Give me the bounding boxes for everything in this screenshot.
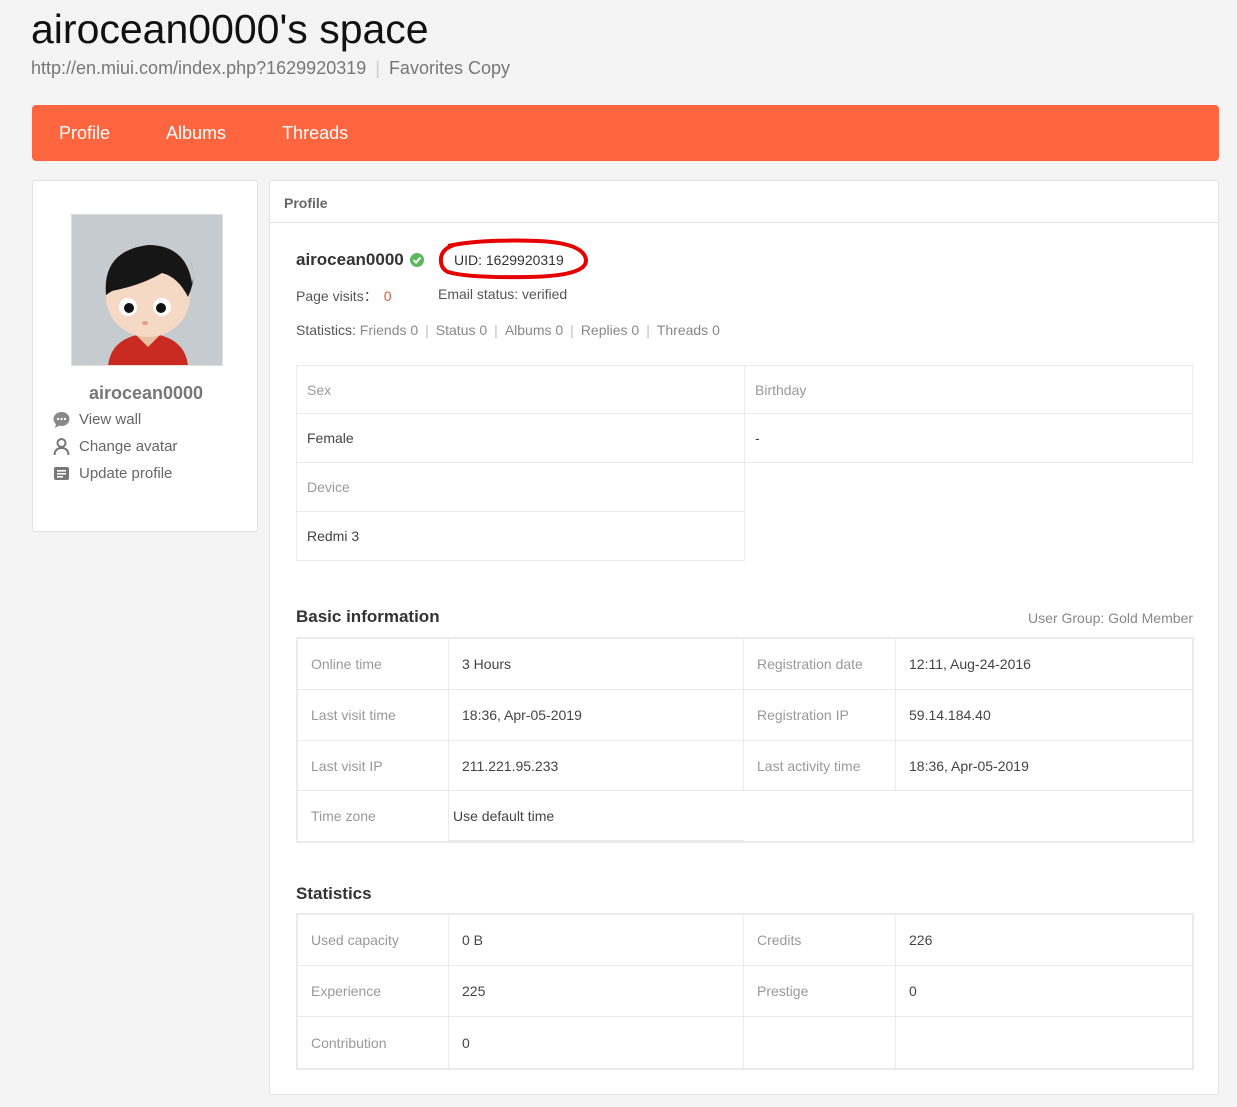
table-value: 226 — [896, 915, 1192, 966]
update-profile-link[interactable]: Update profile — [53, 465, 172, 482]
field-value-device: Redmi 3 — [296, 511, 745, 561]
tab-threads[interactable]: Threads — [282, 119, 348, 148]
panel-header: Profile — [270, 181, 1218, 223]
profile-sidebar: airocean0000 View wall Change avatar Upd… — [32, 180, 258, 532]
statistics-table: Used capacity 0 B Credits 226 Experience… — [296, 913, 1194, 1070]
space-subline: http://en.miui.com/index.php?1629920319 |… — [31, 58, 510, 79]
user-group: User Group: Gold Member — [1028, 610, 1193, 626]
table-value: 18:36, Apr-05-2019 — [449, 690, 744, 741]
divider: | — [425, 322, 429, 338]
page-visits-label: Page visits： — [296, 288, 378, 304]
sidebar-username: airocean0000 — [88, 383, 204, 403]
stats-label: Statistics: — [296, 322, 360, 338]
table-label: Credits — [744, 915, 896, 966]
table-label: Last activity time — [744, 741, 896, 791]
table-value: 3 Hours — [449, 639, 744, 690]
table-label: Time zone — [298, 791, 449, 841]
profile-username: airocean0000 — [296, 250, 404, 269]
favorites-link[interactable]: Favorites — [389, 58, 463, 78]
document-icon — [53, 465, 70, 482]
table-value: 0 — [896, 966, 1192, 1017]
email-status-value: verified — [522, 286, 568, 302]
profile-panel: Profile airocean0000 UID: 1629920319 Pag… — [269, 180, 1219, 1095]
divider: | — [570, 322, 574, 338]
avatar-image — [72, 215, 222, 365]
table-label: Prestige — [744, 966, 896, 1017]
stat-status-link[interactable]: Status 0 — [436, 322, 487, 338]
uid-highlight: UID: 1629920319 — [438, 238, 590, 280]
table-value: 18:36, Apr-05-2019 — [896, 741, 1192, 791]
email-status-label: Email status: — [438, 286, 519, 302]
person-icon — [53, 438, 70, 456]
divider: | — [494, 322, 498, 338]
change-avatar-link[interactable]: Change avatar — [53, 438, 178, 456]
table-label: Registration date — [744, 639, 896, 690]
stat-albums-link[interactable]: Albums 0 — [505, 322, 563, 338]
email-status: Email status: verified — [438, 286, 567, 302]
sidebar-link-label: Change avatar — [79, 438, 178, 455]
field-value-birthday: - — [744, 413, 1193, 463]
basic-info-title: Basic information — [296, 607, 440, 626]
page-visits-value: 0 — [383, 288, 392, 304]
table-label: Used capacity — [298, 915, 449, 966]
field-label-sex: Sex — [296, 365, 745, 414]
space-url[interactable]: http://en.miui.com/index.php?1629920319 — [31, 58, 366, 78]
page-visits: Page visits： 0 — [296, 286, 392, 306]
table-value: 59.14.184.40 — [896, 690, 1192, 741]
sidebar-link-label: Update profile — [79, 465, 173, 482]
speech-bubble-icon — [53, 411, 70, 428]
table-label: Last visit IP — [298, 741, 449, 791]
table-value: 12:11, Aug-24-2016 — [896, 639, 1192, 690]
field-label-birthday: Birthday — [744, 365, 1193, 414]
table-label: Contribution — [298, 1017, 449, 1068]
top-nav: Profile Albums Threads — [32, 105, 1219, 161]
copy-link[interactable]: Copy — [468, 58, 510, 78]
basic-info-table: Online time 3 Hours Registration date 12… — [296, 637, 1194, 843]
stat-replies-link[interactable]: Replies 0 — [581, 322, 639, 338]
tab-albums[interactable]: Albums — [166, 119, 226, 148]
page-title: airocean0000's space — [31, 6, 429, 52]
stats-line: Statistics: Friends 0 | Status 0 | Albums 0 |… — [296, 322, 720, 338]
divider: | — [646, 322, 650, 338]
table-value: 0 — [449, 1017, 744, 1068]
field-label-device: Device — [296, 462, 745, 512]
divider: | — [375, 58, 380, 78]
field-value-sex: Female — [296, 413, 745, 463]
statistics-title: Statistics — [296, 884, 372, 903]
table-value: Use default time — [449, 791, 744, 841]
stat-threads-link[interactable]: Threads 0 — [657, 322, 720, 338]
table-label: Experience — [298, 966, 449, 1017]
tab-profile[interactable]: Profile — [59, 119, 110, 148]
table-label: Last visit time — [298, 690, 449, 741]
table-label: Online time — [298, 639, 449, 690]
table-label: Registration IP — [744, 690, 896, 741]
table-value: 211.221.95.233 — [449, 741, 744, 791]
view-wall-link[interactable]: View wall — [53, 411, 141, 428]
table-value: 0 B — [449, 915, 744, 966]
table-value: 225 — [449, 966, 744, 1017]
table-value — [896, 1017, 1192, 1068]
sidebar-link-label: View wall — [79, 411, 142, 428]
uid-value: UID: 1629920319 — [454, 252, 564, 268]
table-label — [744, 1017, 896, 1068]
verified-check-icon — [410, 253, 424, 267]
avatar[interactable] — [71, 214, 223, 366]
stat-friends-link[interactable]: Friends 0 — [360, 322, 418, 338]
